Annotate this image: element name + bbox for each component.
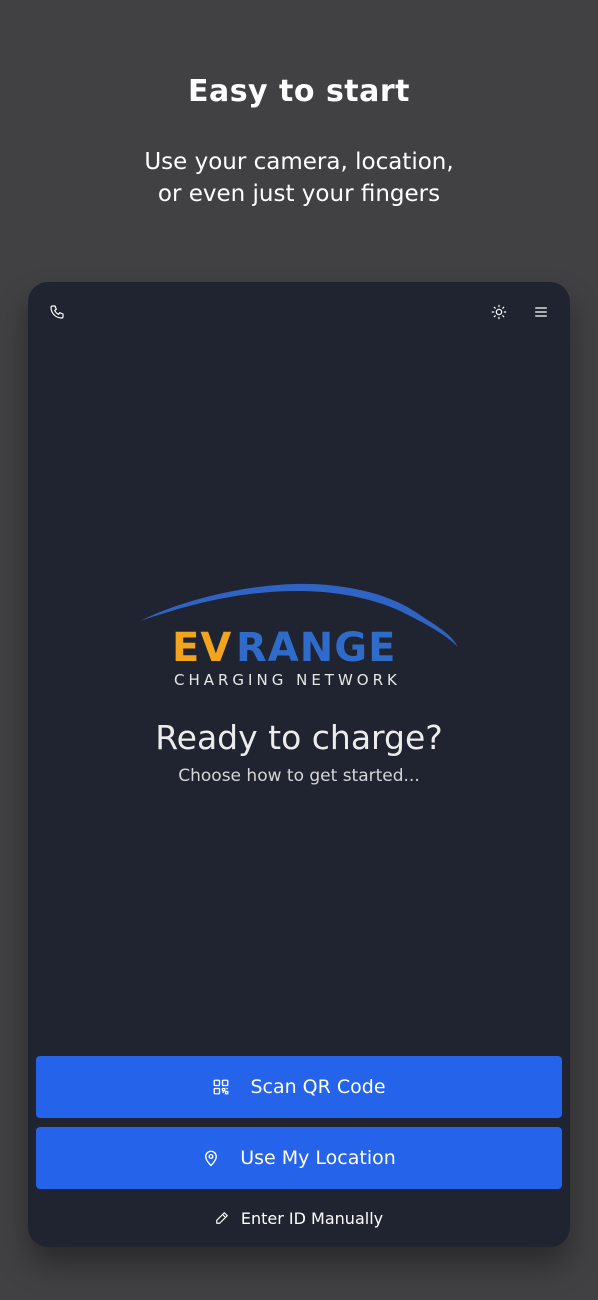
phone-icon	[50, 305, 64, 319]
promo-subtitle-line-2: or even just your fingers	[157, 181, 441, 207]
qr-code-icon	[214, 1079, 229, 1095]
logo-range-text: RANGE	[236, 625, 397, 671]
scan-qr-code-label: Scan QR Code	[250, 1076, 386, 1098]
pencil-icon	[216, 1212, 228, 1224]
menu-icon	[535, 307, 547, 317]
scan-qr-code-button[interactable]: Scan QR Code	[36, 1056, 562, 1118]
enter-id-manually-label: Enter ID Manually	[240, 1208, 384, 1228]
use-my-location-button[interactable]: Use My Location	[36, 1127, 562, 1189]
logo-tagline: CHARGING NETWORK	[174, 671, 401, 689]
call-button[interactable]	[45, 300, 69, 324]
use-my-location-label: Use My Location	[240, 1147, 396, 1169]
logo-ev-text: EV	[172, 625, 233, 671]
phone-screen: EV RANGE CHARGING NETWORK Ready to charg…	[28, 282, 570, 1247]
theme-toggle-button[interactable]	[487, 300, 511, 324]
promo-subtitle: Use your camera, location, or even just …	[0, 146, 598, 210]
enter-id-manually-link[interactable]: Enter ID Manually	[28, 1206, 570, 1230]
promo-title: Easy to start	[187, 74, 411, 109]
sun-icon	[491, 304, 507, 320]
map-pin-icon	[205, 1150, 218, 1167]
menu-button[interactable]	[529, 300, 553, 324]
evrange-logo: EV RANGE CHARGING NETWORK	[128, 577, 468, 697]
promo-subtitle-line-1: Use your camera, location,	[144, 149, 454, 175]
hero-title: Ready to charge?	[155, 718, 443, 757]
hero-subtitle: Choose how to get started...	[178, 766, 420, 786]
